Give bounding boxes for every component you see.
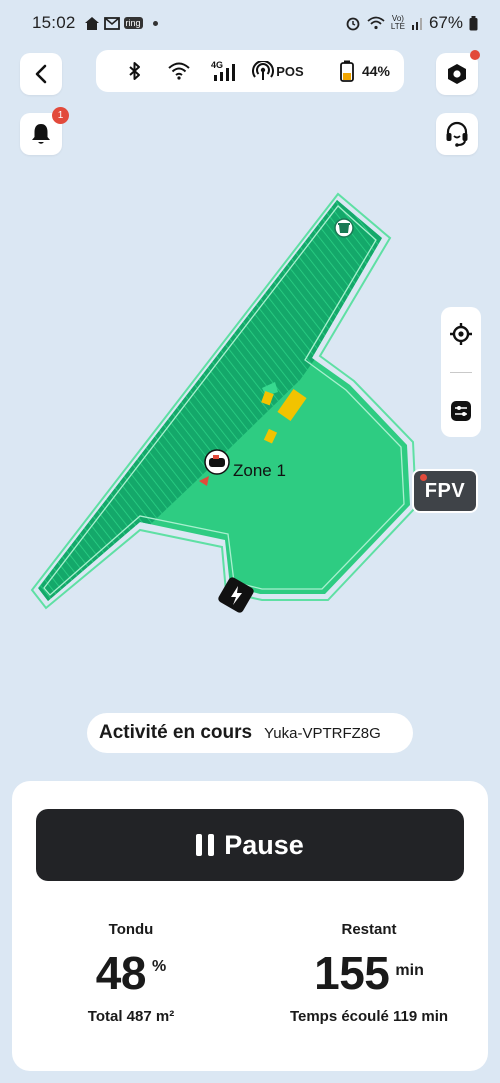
zone-1-area[interactable] <box>30 190 418 610</box>
activity-status: Activité en cours Yuka-VPTRFZ8G <box>87 713 413 753</box>
system-status-bar: 15:02 ring Vo) LTE 67% <box>0 0 500 46</box>
elapsed-time: Temps écoulé 119 min <box>289 1008 449 1025</box>
pause-button[interactable]: Pause <box>36 809 464 881</box>
mail-icon <box>103 16 120 30</box>
clock: 15:02 <box>32 13 76 32</box>
ring-app-icon: ring <box>123 17 143 29</box>
wifi-icon <box>168 62 190 80</box>
map-tools-panel <box>441 307 481 437</box>
pos-label: POS <box>276 63 304 79</box>
bell-icon <box>32 124 50 144</box>
pause-icon <box>196 834 215 856</box>
trash-marker-icon[interactable] <box>334 218 354 238</box>
settings-button[interactable] <box>436 50 480 95</box>
back-button[interactable] <box>20 53 62 95</box>
map-settings-button[interactable] <box>446 396 476 426</box>
mower-battery-status: 44% <box>340 60 390 82</box>
mowed-stat: Tondu 48 % Total 487 m² <box>12 921 250 1025</box>
mowing-control-card: Pause Tondu 48 % Total 487 m² Restant 15… <box>12 781 488 1071</box>
svg-text:4G: 4G <box>211 60 223 70</box>
mowed-label: Tondu <box>108 921 154 938</box>
alarm-icon <box>346 17 360 31</box>
remaining-stat: Restant 155 min Temps écoulé 119 min <box>250 921 488 1025</box>
more-notifications-dot <box>152 20 158 26</box>
tools-divider <box>450 371 472 373</box>
phone-battery-percent: 67% <box>428 13 463 32</box>
phone-battery-icon <box>469 15 478 30</box>
mowed-unit: % <box>151 958 167 975</box>
device-name: Yuka-VPTRFZ8G <box>264 724 381 742</box>
bluetooth-icon <box>129 62 140 80</box>
signal-4g-icon: 4G <box>211 60 235 81</box>
rtk-antenna-icon <box>252 61 275 80</box>
wifi-status <box>156 62 202 80</box>
activity-title: Activité en cours <box>99 722 253 743</box>
home-icon <box>84 16 99 30</box>
remaining-label: Restant <box>341 921 397 938</box>
settings-alert-dot <box>470 50 480 60</box>
lawn-map[interactable] <box>0 180 500 640</box>
sliders-icon <box>451 400 471 421</box>
headset-icon <box>446 121 468 147</box>
support-button[interactable] <box>436 113 478 155</box>
battery-icon <box>340 60 354 82</box>
chevron-left-icon <box>35 64 47 84</box>
cell-signal-icon <box>411 18 422 30</box>
total-area: Total 487 m² <box>87 1008 175 1025</box>
mower-status-bar: 4G POS 44% <box>96 50 404 92</box>
hexagon-settings-icon <box>448 64 466 84</box>
notification-badge: 1 <box>52 107 69 124</box>
bluetooth-status <box>114 61 156 81</box>
positioning-status: POS <box>246 61 310 81</box>
crosshair-icon <box>450 322 472 345</box>
remaining-value: 155 <box>314 947 390 999</box>
volte-indicator: Vo) LTE <box>390 14 405 31</box>
wifi-icon <box>367 16 385 30</box>
locate-button[interactable] <box>446 319 476 349</box>
notifications-button[interactable]: 1 <box>20 107 69 155</box>
remaining-unit: min <box>395 962 424 979</box>
fpv-label: FPV <box>424 479 466 502</box>
cellular-4g-status: 4G <box>202 60 246 82</box>
fpv-camera-button[interactable]: FPV <box>412 469 478 513</box>
pause-label: Pause <box>224 829 304 860</box>
zone-label: Zone 1 <box>233 461 286 480</box>
mowed-value: 48 <box>95 947 147 999</box>
mower-battery-percent: 44% <box>361 63 390 79</box>
recording-dot <box>420 474 427 481</box>
